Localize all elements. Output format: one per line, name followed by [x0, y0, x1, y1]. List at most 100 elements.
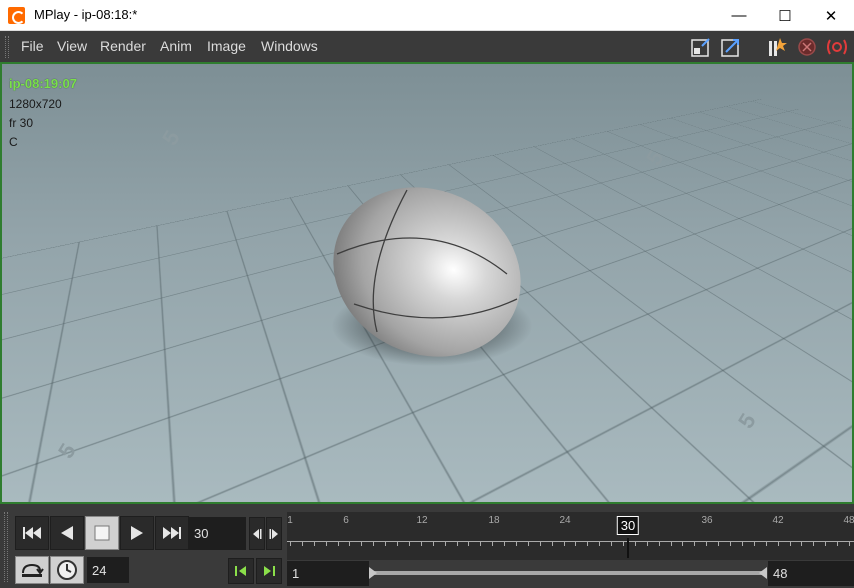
export-icon[interactable]: [720, 36, 742, 58]
live-render-icon[interactable]: [826, 36, 848, 58]
toolbar-grip[interactable]: [5, 36, 9, 58]
timeline-tick: [837, 541, 838, 546]
timeline-tick: [778, 541, 779, 546]
stop-render-icon[interactable]: [796, 36, 818, 58]
menu-file[interactable]: File: [21, 38, 44, 54]
menu-image[interactable]: Image: [207, 38, 246, 54]
skip-start-icon: [22, 526, 42, 540]
maximize-button[interactable]: ☐: [762, 0, 808, 31]
realtime-toggle-button[interactable]: [50, 556, 84, 584]
timeline-tick: [706, 541, 707, 546]
timeline-tick: [457, 541, 458, 546]
timeline-tick: [338, 541, 339, 546]
loop-icon: [20, 561, 44, 579]
timeline-tick: [373, 541, 374, 546]
timeline-tick: [659, 541, 660, 546]
playbar-grip[interactable]: [4, 512, 8, 582]
timeline-tick: [302, 541, 303, 546]
grid-marker-label: 5: [733, 409, 761, 433]
snapshot-icon[interactable]: [690, 36, 712, 58]
stop-icon: [94, 525, 110, 541]
menu-view[interactable]: View: [57, 38, 87, 54]
range-start-handle[interactable]: [368, 566, 378, 580]
play-forward-icon: [130, 525, 144, 541]
loop-mode-button[interactable]: [15, 556, 49, 584]
timeline-tick: [599, 541, 600, 546]
stop-button[interactable]: [85, 516, 119, 550]
timeline-tick: [742, 541, 743, 546]
play-reverse-button[interactable]: [50, 516, 84, 550]
frame-label: fr 30: [9, 116, 33, 130]
timeline-tick: [528, 541, 529, 546]
timeline-tick: [694, 541, 695, 546]
play-forward-button[interactable]: [120, 516, 154, 550]
tick-label: 12: [416, 515, 427, 526]
range-end-field[interactable]: 48: [768, 561, 854, 586]
frame-cursor-label[interactable]: 30: [617, 516, 639, 535]
range-end-icon: [262, 565, 276, 577]
step-back-button[interactable]: [249, 517, 265, 550]
fps-field[interactable]: 24: [87, 557, 129, 583]
timeline-tick: [385, 541, 386, 546]
timeline-tick: [730, 541, 731, 546]
timeline-tick: [754, 541, 755, 546]
close-button[interactable]: ✕: [808, 0, 854, 31]
minimize-button[interactable]: —: [716, 0, 762, 31]
render-flipbook-icon[interactable]: [766, 36, 788, 58]
set-end-frame-button[interactable]: [256, 558, 282, 584]
houdini-app-icon: [8, 7, 25, 24]
timeline-tick: [326, 541, 327, 546]
timeline-tick: [825, 541, 826, 546]
timeline-tick: [671, 541, 672, 546]
grid-marker-label: 5: [157, 126, 185, 150]
range-end-handle[interactable]: [758, 566, 768, 580]
timeline-tick: [635, 541, 636, 546]
timeline-tick: [790, 541, 791, 546]
step-forward-button[interactable]: [266, 517, 282, 550]
clock-icon: [56, 559, 78, 581]
menu-windows[interactable]: Windows: [261, 38, 318, 54]
resolution-label: 1280x720: [9, 97, 62, 111]
timeline-tick: [504, 541, 505, 546]
tick-label: 42: [772, 515, 783, 526]
timeline-tick: [433, 541, 434, 546]
skip-end-icon: [162, 526, 182, 540]
timeline-tick: [575, 541, 576, 546]
menu-render[interactable]: Render: [100, 38, 146, 54]
timeline-tick: [314, 541, 315, 546]
frame-cursor-line[interactable]: [627, 538, 629, 558]
tick-label: 24: [559, 515, 570, 526]
grid-marker-label: 5: [53, 439, 81, 463]
timeline-tick: [540, 541, 541, 546]
viewport-scene: 5 5 5 5: [2, 64, 852, 502]
grid-marker-label: 5: [641, 146, 669, 170]
tick-label: 6: [343, 515, 349, 526]
ruler-baseline: [287, 541, 854, 542]
timeline-ruler[interactable]: 1 6 12 18 24 36 42 48 30: [287, 512, 854, 560]
current-frame-field[interactable]: 30: [189, 517, 246, 550]
timeline-tick: [421, 541, 422, 546]
image-viewport[interactable]: 5 5 5 5 ip-08:19:07 1280x720 fr 30 C: [0, 62, 854, 504]
menu-anim[interactable]: Anim: [160, 38, 192, 54]
timeline-tick: [492, 541, 493, 546]
timeline-tick: [611, 541, 612, 546]
jump-to-start-button[interactable]: [15, 516, 49, 550]
step-back-icon: [252, 528, 262, 540]
play-reverse-icon: [60, 525, 74, 541]
timeline-tick: [587, 541, 588, 546]
playback-range-bar[interactable]: [371, 571, 766, 575]
timeline-tick: [849, 541, 850, 546]
tick-label: 18: [488, 515, 499, 526]
timeline-tick: [813, 541, 814, 546]
tick-label: 48: [843, 515, 854, 526]
jump-to-end-button[interactable]: [155, 516, 189, 550]
timeline-tick: [552, 541, 553, 546]
range-start-icon: [234, 565, 248, 577]
timeline-tick: [397, 541, 398, 546]
tick-label: 1: [287, 515, 293, 526]
range-start-field[interactable]: 1: [287, 561, 369, 586]
set-start-frame-button[interactable]: [228, 558, 254, 584]
timeline-tick: [361, 541, 362, 546]
channel-label: C: [9, 135, 18, 149]
window-title: MPlay - ip-08:18:*: [34, 7, 137, 22]
